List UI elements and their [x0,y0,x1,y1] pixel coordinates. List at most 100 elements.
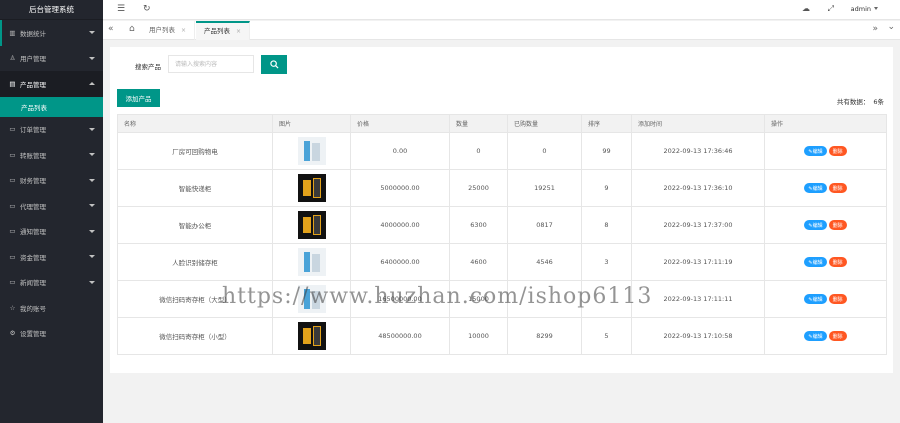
cell-sort: 3 [581,243,632,281]
tab-next-icon[interactable]: » [872,24,878,34]
fullscreen-icon[interactable]: ⤢ [828,4,834,14]
total-label: 共有数据： [836,98,870,106]
product-table: 名称 图片 价格 数量 已购数量 排序 添加时间 操作 厂房可回购物电 0.00 0… [117,114,887,355]
header-actions: 操作 [764,114,887,133]
search-input[interactable] [168,55,254,73]
header-image: 图片 [272,114,351,133]
home-icon[interactable]: ⌂ [129,24,135,34]
chevron-icon [89,178,95,182]
edit-button[interactable]: ✎编辑 [804,183,827,193]
close-icon[interactable]: × [236,28,241,35]
delete-button[interactable]: 删除 [828,183,847,193]
finance-icon: ▭ [9,176,16,185]
tab-more-icon[interactable]: ⌄ [887,22,895,32]
product-icon: ▤ [9,79,16,88]
notice-icon: ▭ [9,227,16,236]
cell-time: 2022-09-13 17:36:46 [631,132,765,170]
edit-button[interactable]: ✎编辑 [804,257,827,267]
delete-button[interactable]: 删除 [828,294,847,304]
cell-actions: ✎编辑 删除 [764,132,887,170]
thumb-art [311,254,320,272]
cell-image [272,206,351,244]
watermark: https://www.huzhan.com/ishop6113 [222,284,653,309]
thumb-art [303,141,310,161]
sidebar-item[interactable]: ▥ 数据统计 [0,20,103,46]
cell-image [272,132,351,170]
content-panel: 搜索产品 添加产品 共有数据：6条 名称 图片 价格 数量 已购数量 排序 添加… [110,47,893,373]
product-thumbnail [297,174,326,202]
table-header-row: 名称 图片 价格 数量 已购数量 排序 添加时间 操作 [117,114,887,133]
tabbar: « ⌂ 用户列表 × 产品列表 × » ⌄ [103,21,900,40]
sidebar-item-label: 转账管理 [20,151,46,160]
cell-name: 厂房可回购物电 [117,132,273,170]
thumb-art [303,252,310,272]
sidebar-item[interactable]: ▭ 代理管理 [0,193,103,219]
delete-button[interactable]: 删除 [828,146,847,156]
sidebar-item[interactable]: ▭ 转账管理 [0,142,103,168]
chevron-icon [89,255,95,258]
menu-toggle-icon[interactable]: ☰ [117,4,125,14]
table-row: 厂房可回购物电 0.00 0 0 99 2022-09-13 17:36:46 ✎编辑 删除 [117,132,887,170]
thumb-art [312,326,321,346]
cell-qty: 25000 [449,169,508,207]
sidebar-item-label: 用户管理 [20,55,46,64]
sidebar-item-label: 设置管理 [20,330,46,339]
sidebar-item[interactable]: ▭ 财务管理 [0,168,103,194]
chart-icon: ▥ [9,28,16,37]
cell-name: 微信扫码寄存柜（小型） [117,317,273,355]
fund-icon: ▭ [9,252,16,261]
tab-product-list[interactable]: 产品列表 × [196,21,251,40]
sidebar-item[interactable]: ▭ 资金管理 [0,244,103,270]
user-menu[interactable]: admin [851,5,878,13]
cell-sort: 5 [581,317,632,355]
cell-image [272,317,351,355]
thumb-art [312,215,321,235]
sidebar-item[interactable]: ▤ 产品管理 [0,71,103,97]
cell-qty: 4600 [449,243,508,281]
header-bought: 已购数量 [507,114,582,133]
close-icon[interactable]: × [181,27,186,34]
add-product-button[interactable]: 添加产品 [117,89,160,107]
thumb-art [312,178,321,198]
delete-button[interactable]: 删除 [828,257,847,267]
agent-icon: ▭ [9,201,16,210]
tab-user-list[interactable]: 用户列表 × [141,21,196,40]
sidebar-item[interactable]: ☆ 我的账号 [0,295,103,321]
cell-time: 2022-09-13 17:11:19 [631,243,765,281]
news-icon: ▭ [9,278,16,287]
cell-name: 人脸识别储存柜 [117,243,273,281]
tab-label: 用户列表 [149,26,175,34]
product-thumbnail [297,322,326,350]
search-button[interactable] [261,55,287,74]
sidebar-item-label: 产品管理 [20,80,46,89]
cell-price: 6400000.00 [350,243,450,281]
header-sort: 排序 [581,114,632,133]
topbar: ☰ ↻ ☁ ⤢ admin [103,0,900,20]
edit-button[interactable]: ✎编辑 [804,220,827,230]
header-name: 名称 [117,114,273,133]
header-price: 价格 [350,114,450,133]
edit-button[interactable]: ✎编辑 [804,331,827,341]
product-thumbnail [297,137,326,165]
thumb-art [302,217,311,233]
refresh-icon[interactable]: ↻ [143,4,151,14]
sidebar-subitem-product-list[interactable]: 产品列表 [0,96,103,117]
sidebar-item[interactable]: ▭ 新闻管理 [0,270,103,296]
theme-icon[interactable]: ☁ [802,4,810,13]
edit-button[interactable]: ✎编辑 [804,294,827,304]
sidebar-item[interactable]: ⚙ 设置管理 [0,321,103,347]
sidebar: 后台管理系统 ▥ 数据统计 ♙ 用户管理 ▤ 产品管理 产品列表 ▭ 订单管理 ▭ 转账管理 ▭ 财务管… [0,0,103,423]
edit-button[interactable]: ✎编辑 [804,146,827,156]
thumb-art [302,180,311,196]
sidebar-item-label: 通知管理 [20,228,46,237]
chevron-icon [89,204,95,207]
tab-label: 产品列表 [204,27,230,35]
sidebar-item[interactable]: ♙ 用户管理 [0,46,103,72]
sidebar-item[interactable]: ▭ 订单管理 [0,117,103,143]
sidebar-item[interactable]: ▭ 通知管理 [0,219,103,245]
delete-button[interactable]: 删除 [828,331,847,341]
chevron-icon [89,56,95,60]
chevron-icon [89,31,95,34]
tab-prev-icon[interactable]: « [108,24,114,34]
delete-button[interactable]: 删除 [828,220,847,230]
